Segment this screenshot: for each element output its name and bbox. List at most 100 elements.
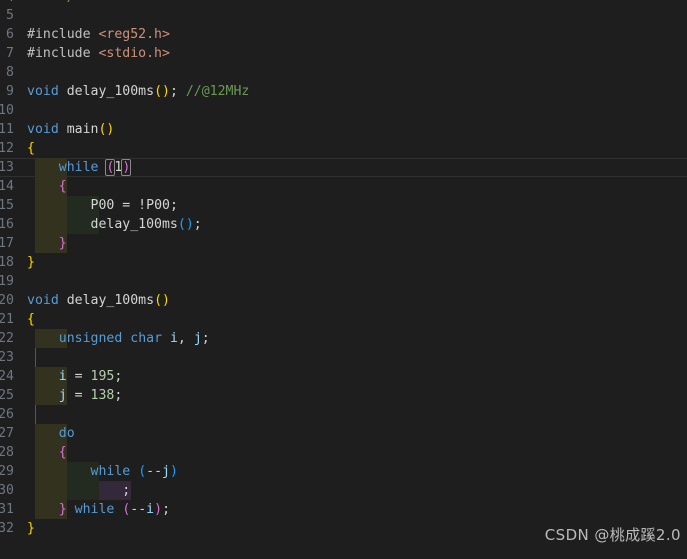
line-number: 10 bbox=[0, 103, 14, 118]
token-var-j: j bbox=[193, 331, 202, 346]
code-line[interactable]: 26 bbox=[0, 405, 687, 424]
token-var-p00: P00 bbox=[90, 198, 115, 213]
code-line[interactable]: 23 bbox=[0, 348, 687, 367]
code-line[interactable]: 9 void delay_100ms(); //@12MHz bbox=[0, 82, 687, 101]
line-number: 26 bbox=[0, 407, 14, 422]
line-content: void delay_100ms() bbox=[27, 293, 170, 308]
code-line[interactable]: 7 #include <stdio.h> bbox=[0, 44, 687, 63]
code-line[interactable]: 30 ; bbox=[0, 481, 687, 500]
line-content: unsigned char i, j; bbox=[58, 331, 210, 346]
line-content: { bbox=[58, 445, 67, 460]
code-surface[interactable]: 4 */ 5 6 #include <reg52.h> 7 #include <… bbox=[0, 0, 687, 559]
line-content: void main() bbox=[27, 122, 115, 137]
line-number: 27 bbox=[0, 426, 14, 441]
line-number: 29 bbox=[0, 464, 14, 479]
code-line[interactable]: 17 } bbox=[0, 234, 687, 253]
indent-guide-line bbox=[35, 348, 36, 367]
line-number: 21 bbox=[0, 312, 14, 327]
line-content: j = 138; bbox=[58, 388, 123, 403]
code-line[interactable]: 25 j = 138; bbox=[0, 386, 687, 405]
token-fn-delay: delay_100ms bbox=[66, 293, 155, 308]
code-line[interactable]: 12 { bbox=[0, 139, 687, 158]
code-line[interactable]: 18 } bbox=[0, 253, 687, 272]
line-content: { bbox=[58, 179, 67, 194]
token-dec-j: --j bbox=[146, 464, 170, 479]
line-content: } bbox=[27, 255, 35, 270]
token-dec-i: --i bbox=[130, 502, 155, 517]
token-do: do bbox=[58, 426, 75, 441]
code-line[interactable]: 20 void delay_100ms() bbox=[0, 291, 687, 310]
line-content: delay_100ms(); bbox=[90, 217, 202, 232]
token-fn-delay: delay_100ms bbox=[90, 217, 178, 232]
code-line-current[interactable]: 13 while (1) bbox=[0, 158, 687, 177]
token-var-i: i bbox=[58, 369, 67, 384]
line-number: 22 bbox=[0, 331, 14, 346]
line-content: { bbox=[27, 312, 35, 327]
token-var-p00: P00 bbox=[146, 198, 170, 213]
line-number: 18 bbox=[0, 255, 14, 270]
line-number: 32 bbox=[0, 521, 14, 536]
token-num-195: 195 bbox=[90, 369, 115, 384]
line-content: do bbox=[27, 424, 75, 443]
code-line[interactable]: 24 i = 195; bbox=[0, 367, 687, 386]
token-while: while bbox=[58, 160, 99, 175]
line-number: 7 bbox=[6, 46, 14, 61]
line-content: void delay_100ms(); //@12MHz bbox=[27, 84, 250, 99]
token-comment-clock: //@12MHz bbox=[185, 84, 250, 99]
line-content: P00 = !P00; bbox=[90, 198, 178, 213]
line-content: } bbox=[58, 236, 67, 251]
line-number: 5 bbox=[6, 8, 14, 23]
line-number: 16 bbox=[0, 217, 14, 232]
line-number: 6 bbox=[6, 27, 14, 42]
token-char: char bbox=[130, 331, 163, 346]
line-number: 14 bbox=[0, 179, 14, 194]
code-line[interactable]: 16 delay_100ms(); bbox=[0, 215, 687, 234]
line-number: 12 bbox=[0, 141, 14, 156]
code-line[interactable]: 27 do bbox=[0, 424, 687, 443]
line-content: } bbox=[27, 521, 35, 536]
token-header-stdio: <stdio.h> bbox=[98, 46, 170, 61]
code-line[interactable]: 8 bbox=[0, 63, 687, 82]
line-content: } while (--i); bbox=[58, 502, 171, 517]
line-number: 24 bbox=[0, 369, 14, 384]
token-unsigned: unsigned bbox=[58, 331, 123, 346]
line-number: 13 bbox=[0, 160, 14, 175]
token-var-i: i bbox=[169, 331, 178, 346]
code-line[interactable]: 10 bbox=[0, 101, 687, 120]
code-line[interactable]: 14 { bbox=[0, 177, 687, 196]
bracket-match-close: ) bbox=[121, 159, 132, 176]
code-editor[interactable]: 4 */ 5 6 #include <reg52.h> 7 #include <… bbox=[0, 0, 687, 559]
line-content: ; bbox=[122, 483, 131, 498]
csdn-watermark: CSDN @桃成蹊2.0 bbox=[544, 526, 681, 544]
line-content: #include <stdio.h> bbox=[27, 44, 170, 63]
line-content: #include <reg52.h> bbox=[27, 25, 170, 44]
line-number: 17 bbox=[0, 236, 14, 251]
line-number: 15 bbox=[0, 198, 14, 213]
token-fn-main: main bbox=[66, 122, 99, 137]
code-line[interactable]: 15 P00 = !P00; bbox=[0, 196, 687, 215]
code-line[interactable]: 29 while (--j) bbox=[0, 462, 687, 481]
line-number: 31 bbox=[0, 502, 14, 517]
code-line[interactable]: 19 bbox=[0, 272, 687, 291]
token-void: void bbox=[27, 293, 59, 308]
token-header-reg52: <reg52.h> bbox=[98, 27, 170, 42]
line-number: 8 bbox=[6, 65, 14, 80]
token-include: #include bbox=[27, 46, 91, 61]
token-while: while bbox=[74, 502, 115, 517]
line-number: 30 bbox=[0, 483, 14, 498]
line-number: 19 bbox=[0, 274, 14, 289]
token-void: void bbox=[27, 84, 59, 99]
code-line[interactable]: 5 bbox=[0, 6, 687, 25]
code-line[interactable]: 28 { bbox=[0, 443, 687, 462]
token-num-138: 138 bbox=[90, 388, 115, 403]
code-line[interactable]: 31 } while (--i); bbox=[0, 500, 687, 519]
token-void: void bbox=[27, 122, 59, 137]
code-line[interactable]: 6 #include <reg52.h> bbox=[0, 25, 687, 44]
code-line[interactable]: 11 void main() bbox=[0, 120, 687, 139]
code-line[interactable]: 21 { bbox=[0, 310, 687, 329]
line-content: i = 195; bbox=[58, 369, 123, 384]
line-content: { bbox=[27, 141, 35, 156]
line-number: 23 bbox=[0, 350, 14, 365]
code-line[interactable]: 22 unsigned char i, j; bbox=[0, 329, 687, 348]
token-while: while bbox=[90, 464, 131, 479]
